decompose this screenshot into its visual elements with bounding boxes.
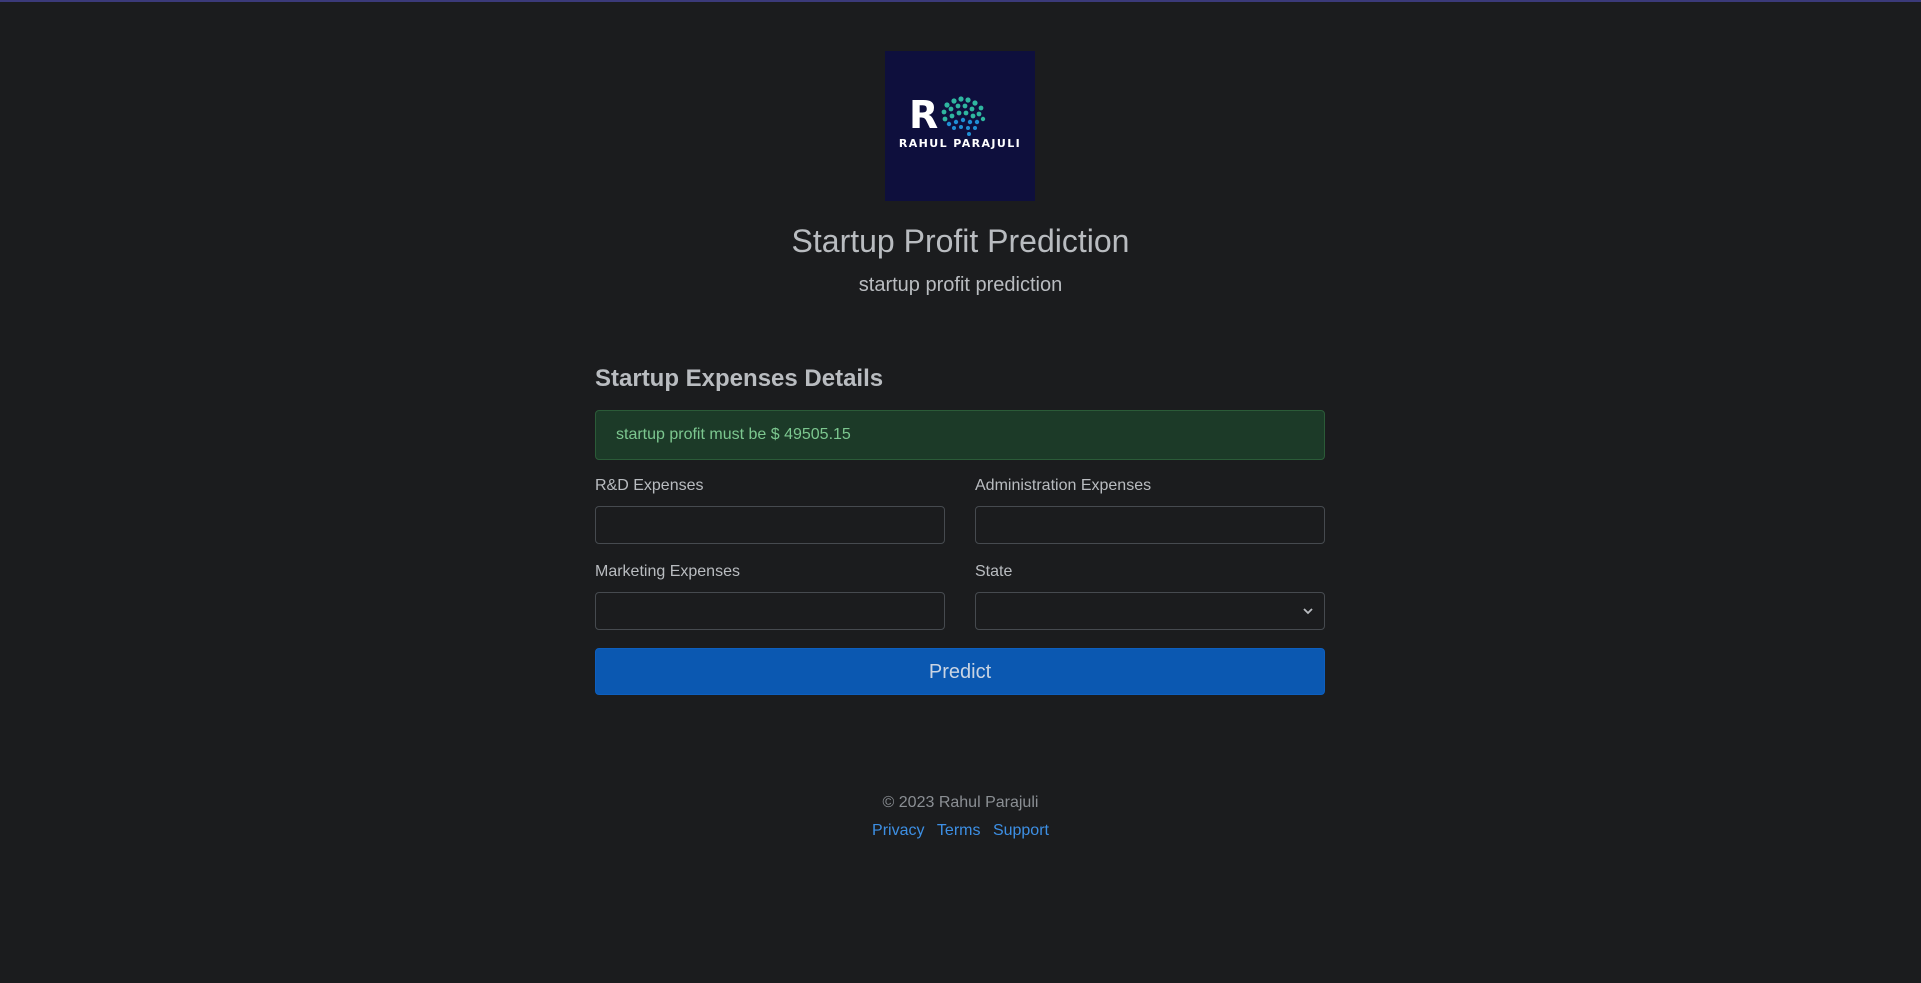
terms-link[interactable]: Terms [937, 822, 981, 839]
admin-expenses-input[interactable] [975, 506, 1325, 544]
admin-expenses-label: Administration Expenses [975, 477, 1152, 494]
chevron-down-icon [1303, 608, 1313, 615]
form-section-title: Startup Expenses Details [595, 365, 884, 392]
brain-icon [941, 96, 986, 136]
prediction-form: Startup Expenses Details startup profit … [595, 360, 1325, 695]
logo-letter: R [909, 93, 939, 137]
predict-button[interactable]: Predict [595, 648, 1325, 695]
footer-copyright: © 2023 Rahul Parajuli [882, 794, 1039, 811]
page: R RAHUL PARAJULI Startup Profit Predicti… [0, 0, 1921, 983]
alert-text: startup profit must be $ 49505.15 [616, 426, 851, 443]
privacy-link[interactable]: Privacy [872, 822, 924, 839]
page-title: Startup Profit Prediction [791, 223, 1130, 259]
state-select[interactable] [975, 592, 1325, 630]
top-border [0, 0, 1921, 2]
rd-expenses-input[interactable] [595, 506, 945, 544]
prediction-result-alert: startup profit must be $ 49505.15 [595, 410, 1325, 460]
admin-expenses-group: Administration Expenses [975, 477, 1325, 544]
marketing-expenses-input[interactable] [595, 592, 945, 630]
footer-links: Privacy Terms Support [0, 822, 1921, 840]
marketing-expenses-group: Marketing Expenses [595, 563, 945, 630]
support-link[interactable]: Support [993, 822, 1049, 839]
state-label: State [975, 563, 1013, 580]
page-subtitle: startup profit prediction [858, 274, 1063, 296]
rd-expenses-group: R&D Expenses [595, 477, 945, 544]
rd-expenses-label: R&D Expenses [595, 477, 704, 494]
state-group: State [975, 563, 1325, 630]
logo-text: RAHUL PARAJULI [898, 137, 1022, 150]
brand-logo: R RAHUL PARAJULI [885, 51, 1035, 201]
marketing-expenses-label: Marketing Expenses [595, 563, 740, 580]
